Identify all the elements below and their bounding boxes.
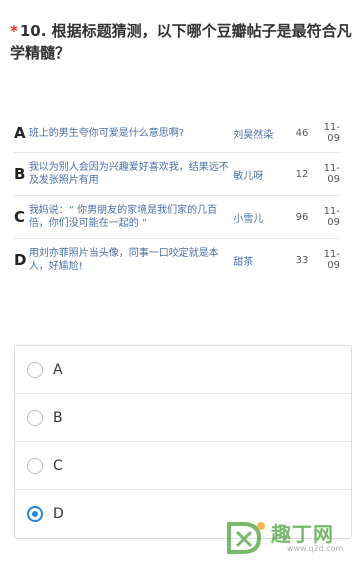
radio-checked-icon[interactable]	[27, 505, 43, 522]
required-mark: *	[10, 22, 18, 40]
question-title: * 10. 根据标题猜测，以下哪个豆瓣帖子是最符合凡学精髓？	[10, 20, 355, 64]
watermark-url: www.q2d.com	[287, 544, 344, 553]
post-letter: D	[14, 251, 27, 269]
post-count: 12	[295, 168, 309, 180]
option-label: B	[53, 409, 63, 426]
option-label: A	[53, 361, 63, 378]
post-date: 11-09	[323, 206, 340, 228]
watermark-text: 趣丁网	[271, 522, 334, 546]
post-row-d: D 用刘亦菲照片当头像，同事一口咬定就是本人，好尴尬! 甜茶 33 11-09	[14, 239, 340, 281]
post-count: 96	[295, 211, 309, 223]
question-text: 10. 根据标题猜测，以下哪个豆瓣帖子是最符合凡学精髓？	[10, 22, 352, 62]
post-title: 班上的男生夸你可爱是什么意思啊?	[28, 127, 185, 139]
option-a[interactable]: A	[15, 346, 351, 394]
watermark-logo-icon	[227, 522, 265, 554]
post-letter: A	[14, 124, 26, 142]
post-date: 11-09	[323, 249, 340, 271]
post-count: 46	[295, 127, 309, 139]
post-author: 甜茶	[233, 256, 254, 268]
radio-icon[interactable]	[27, 409, 43, 426]
post-letter: C	[14, 208, 26, 226]
radio-icon[interactable]	[27, 361, 43, 378]
option-b[interactable]: B	[15, 394, 351, 442]
post-row-b: B 我以为别人会因为兴趣爱好喜欢我，结果远不及发张照片有用 敏儿呀 12 11-…	[14, 153, 340, 196]
option-c[interactable]: C	[15, 442, 351, 490]
post-author: 小雪儿	[233, 213, 264, 225]
post-title: 我以为别人会因为兴趣爱好喜欢我，结果远不及发张照片有用	[28, 162, 229, 186]
post-row-c: C 我妈说：“ 你男朋友的家境是我们家的几百倍，你们没可能在一起的 ” 小雪儿 …	[14, 196, 340, 239]
option-label: C	[53, 457, 63, 474]
post-title: 我妈说：“ 你男朋友的家境是我们家的几百倍，你们没可能在一起的 ”	[28, 205, 218, 229]
post-date: 11-09	[323, 122, 340, 144]
post-author: 敏儿呀	[233, 170, 264, 182]
post-date: 11-09	[323, 163, 340, 185]
post-row-a: A 班上的男生夸你可爱是什么意思啊? 刘昊然染 46 11-09	[14, 114, 340, 153]
option-label: D	[53, 505, 64, 522]
post-title: 用刘亦菲照片当头像，同事一口咬定就是本人，好尴尬!	[28, 248, 219, 272]
post-author: 刘昊然染	[233, 129, 274, 141]
post-count: 33	[295, 254, 309, 266]
post-list: A 班上的男生夸你可爱是什么意思啊? 刘昊然染 46 11-09 B 我以为别人…	[14, 114, 340, 281]
watermark: 趣丁网 www.q2d.com	[225, 518, 355, 558]
answer-options: A B C D	[14, 345, 352, 539]
radio-icon[interactable]	[27, 457, 43, 474]
post-letter: B	[14, 165, 26, 183]
